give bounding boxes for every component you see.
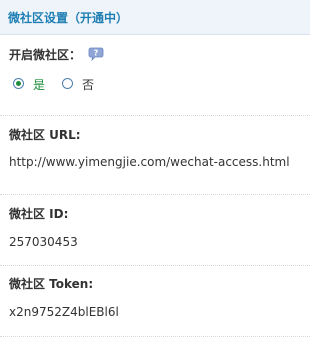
id-value: 257030453 xyxy=(9,235,78,249)
svg-text:?: ? xyxy=(94,49,99,58)
divider xyxy=(0,194,310,195)
radio-no[interactable] xyxy=(62,78,73,89)
url-label: 微社区 URL: xyxy=(9,128,81,142)
token-value: x2n9752Z4blEBl6l xyxy=(9,305,119,319)
id-label: 微社区 ID: xyxy=(9,207,69,221)
enable-label: 开启微社区： xyxy=(9,48,82,62)
radio-no-label[interactable]: 否 xyxy=(82,76,94,93)
radio-yes-label[interactable]: 是 xyxy=(33,76,45,93)
divider xyxy=(0,265,310,266)
question-bubble-icon[interactable]: ? xyxy=(88,47,104,61)
divider xyxy=(0,115,310,116)
radio-yes[interactable] xyxy=(13,78,24,89)
divider xyxy=(0,336,310,337)
url-value: http://www.yimengjie.com/wechat-access.h… xyxy=(9,155,290,169)
section-title: 微社区设置（开通中） xyxy=(8,11,129,25)
section-header: 微社区设置（开通中） xyxy=(0,0,310,35)
token-label: 微社区 Token: xyxy=(9,277,94,291)
